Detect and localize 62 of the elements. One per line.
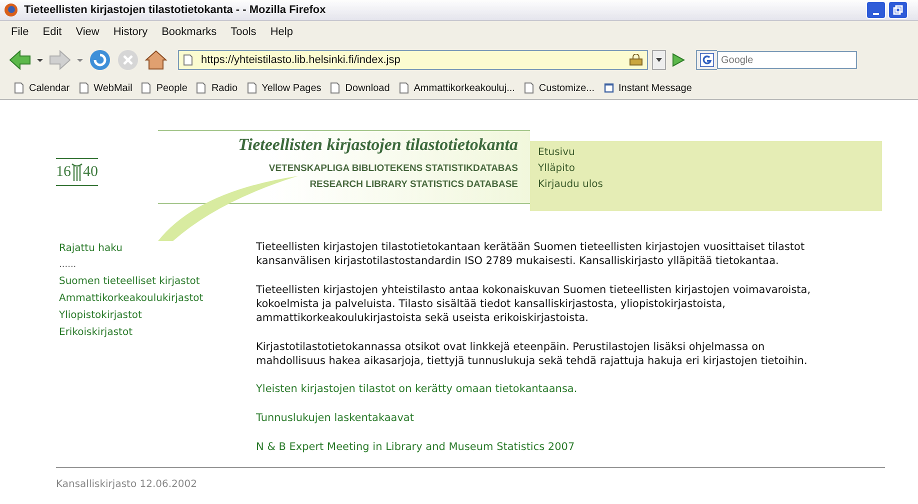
home-icon[interactable] [144, 48, 168, 72]
window-icon [604, 82, 614, 94]
restore-button[interactable] [888, 1, 908, 19]
page-icon [398, 82, 409, 94]
minimize-button[interactable] [866, 1, 886, 19]
nav-link[interactable]: Ylläpito [538, 163, 882, 174]
logo: 16 40 [56, 158, 98, 186]
paragraph: Tieteellisten kirjastojen tilastotietokantaan kerätään Suomen tieteellisten kirjastojen vuosittaiset tilastot kansanvälisen kirjastotilastostandardin ISO 2789 mukaisesti. Kansalliskirjasto ylläpitää tietokantaa. [256, 240, 806, 268]
site-subtitle: VETENSKAPLIGA BIBLIOTEKENS STATISTIKDATABAS [268, 162, 518, 176]
sidebar-link[interactable]: Erikoiskirjastot [59, 327, 256, 338]
page-icon [14, 82, 24, 94]
content-link[interactable]: Tunnuslukujen laskentakaavat [256, 412, 811, 424]
address-field[interactable]: https://yhteistilasto.lib.helsinki.fi/index.jsp [178, 50, 648, 70]
menu-item[interactable]: Tools [224, 26, 264, 38]
sidebar-link[interactable]: Ammattikorkeakoulukirjastot [59, 293, 256, 304]
sidebar-link[interactable]: Yliopistokirjastot [59, 310, 256, 321]
menu-item[interactable]: Bookmarks [154, 26, 224, 38]
dropdown-button[interactable] [652, 50, 666, 70]
bookmark-item[interactable]: Radio [196, 82, 238, 94]
menu-item[interactable]: History [106, 26, 155, 38]
bookmark-item[interactable]: Download [330, 82, 390, 94]
footer-text: Kansalliskirjasto 12.06.2002 [56, 479, 198, 490]
nav-link[interactable]: Etusivu [538, 147, 882, 158]
minimize-icon [873, 12, 879, 14]
back-arrow-icon[interactable] [8, 48, 32, 72]
search-field[interactable]: Google [717, 51, 857, 69]
reload-icon[interactable] [88, 48, 112, 72]
menu-item[interactable]: View [68, 26, 106, 38]
window-title: Tieteellisten kirjastojen tilastotietokanta - - Mozilla Firefox [24, 4, 327, 16]
menu-item[interactable]: Help [263, 26, 300, 38]
paragraph: Tieteellisten kirjastojen yhteistilasto antaa kokonaiskuvan Suomen tieteellisten kirjastojen voimavaroista, kokoelmista ja palveluista. Tilasto sisältää tiedot kansalliskirjastosta, yliopistokirjastoista, ammattikorkeakoulukirjastoista sekä useista erikoiskirjastoista. [256, 283, 811, 325]
page-icon [330, 82, 340, 94]
site-title: Tieteellisten kirjastojen tilastotietokanta [237, 135, 518, 155]
bookmark-item[interactable]: Instant Message [604, 82, 692, 94]
paragraph: Kirjastotilastotietokannassa otsikot ovat linkkejä eteenpäin. Perustilastojen lisäksi ohjelmassa on mahdollisuus hakea aikasarjoja, tiettyjä tunnuslukuja sekä tehdä rajattuja hakuja eri kirjastojen tietoihin. [256, 340, 808, 368]
page-icon [141, 82, 152, 94]
search-engine-button[interactable] [696, 50, 717, 70]
lock-icon [629, 54, 643, 66]
bookmark-item[interactable]: People [141, 82, 188, 94]
page-icon [246, 82, 257, 94]
g-letter-icon [700, 53, 714, 67]
page-icon [183, 54, 193, 66]
bookmark-item[interactable]: Ammattikorkeakouluj... [398, 82, 515, 94]
caret-icon[interactable] [36, 56, 44, 64]
page-icon [196, 82, 206, 94]
site-subtitle: RESEARCH LIBRARY STATISTICS DATABASE [308, 178, 518, 192]
bookmark-item[interactable]: Customize... [524, 82, 594, 94]
go-icon[interactable] [670, 52, 686, 68]
restore-icon [893, 5, 903, 15]
content-link[interactable]: Yleisten kirjastojen tilastot on kerätty omaan tietokantaansa. [256, 383, 811, 395]
menu-item[interactable]: File [4, 26, 36, 38]
menu-item[interactable]: Edit [36, 26, 69, 38]
page-icon [78, 82, 89, 94]
sidebar-link[interactable]: Suomen tieteelliset kirjastot [59, 276, 256, 287]
sidebar-link[interactable]: Rajattu haku [59, 243, 256, 254]
separator-dots: ...... [59, 260, 78, 270]
nav-link[interactable]: Kirjaudu ulos [538, 179, 882, 190]
content-link[interactable]: N & B Expert Meeting in Library and Museum Statistics 2007 [256, 441, 811, 453]
page-icon [524, 82, 534, 94]
bookmark-item[interactable]: Calendar [14, 82, 70, 94]
bookmark-item[interactable]: WebMail [78, 82, 132, 94]
bookmark-item[interactable]: Yellow Pages [246, 82, 322, 94]
